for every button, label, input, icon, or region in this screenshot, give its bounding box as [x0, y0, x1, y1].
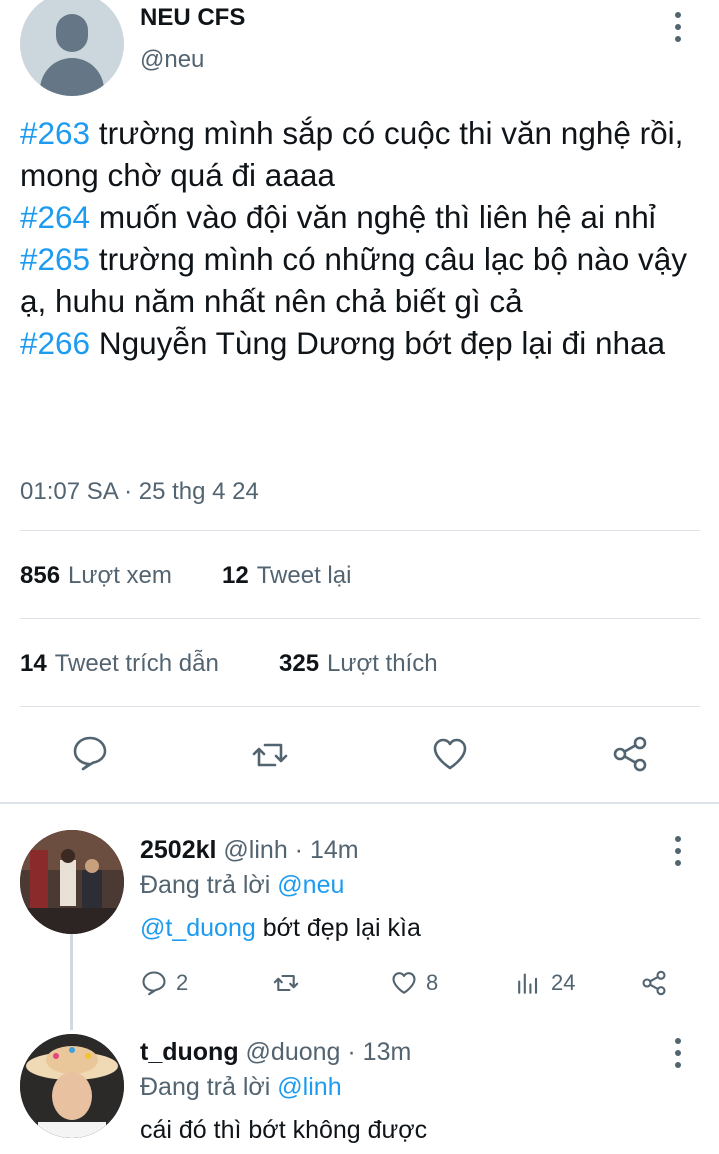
reply-more-options-icon[interactable]: [670, 836, 686, 866]
reply-text: @t_duong bớt đẹp lại kìa: [140, 914, 421, 943]
retweets-count: 12: [222, 562, 249, 589]
retweet-icon: [252, 743, 288, 767]
tweet-line-text: Nguyễn Tùng Dương bớt đẹp lại đi nhaa: [90, 325, 666, 361]
hashtag-link[interactable]: #263: [20, 115, 90, 151]
reply-author-handle[interactable]: @linh: [223, 836, 287, 864]
reply-more-options-icon[interactable]: [670, 1038, 686, 1068]
default-avatar-body: [40, 58, 104, 96]
reply-button[interactable]: [70, 733, 110, 773]
tweet-line: #264 muốn vào đội văn nghệ thì liên hệ a…: [20, 196, 710, 238]
tweet-text: #263 trường mình sắp có cuộc thi văn ngh…: [20, 112, 710, 364]
reply-text: cái đó thì bớt không được: [140, 1116, 428, 1144]
tweet-line: #263 trường mình sắp có cuộc thi văn ngh…: [20, 112, 710, 196]
replying-to: Đang trả lời @neu: [140, 871, 344, 900]
replying-to-link[interactable]: @linh: [277, 1073, 341, 1101]
reply-avatar-duong[interactable]: [20, 1034, 124, 1138]
reply-header: t_duong @duong · 13m: [140, 1038, 411, 1067]
reply-author-name[interactable]: 2502kl: [140, 836, 216, 864]
reply-views-button[interactable]: 24: [515, 969, 575, 997]
reply-author-name[interactable]: t_duong: [140, 1038, 239, 1066]
share-button[interactable]: [610, 734, 650, 774]
default-avatar-head: [56, 14, 88, 52]
author-display-name[interactable]: NEU CFS: [140, 4, 245, 32]
like-count: 8: [426, 970, 439, 995]
divider: [20, 706, 700, 707]
views-bar-chart-icon: [518, 973, 538, 994]
reply-time: · 14m: [294, 836, 359, 864]
retweet-icon: [273, 974, 299, 992]
views-stat[interactable]: 856 Lượt xem: [20, 562, 172, 590]
replying-to-link[interactable]: @neu: [277, 871, 344, 899]
author-avatar[interactable]: [20, 0, 124, 96]
divider: [20, 618, 700, 619]
reply-icon: [142, 971, 166, 996]
share-icon: [613, 736, 647, 772]
tweet-line-text: trường mình có những câu lạc bộ nào vậy …: [20, 241, 687, 319]
tweet-line: #265 trường mình có những câu lạc bộ nào…: [20, 238, 710, 322]
tweet-line: #266 Nguyễn Tùng Dương bớt đẹp lại đi nh…: [20, 322, 710, 364]
views-count: 856: [20, 562, 61, 589]
replying-label: Đang trả lời: [140, 1073, 271, 1101]
reply-like-button[interactable]: 8: [390, 969, 438, 997]
reply-count: 2: [176, 970, 189, 995]
reply-share-button[interactable]: [640, 969, 668, 997]
share-icon: [642, 970, 666, 996]
mention-link[interactable]: @t_duong: [140, 914, 256, 942]
likes-count: 325: [279, 650, 320, 677]
like-button[interactable]: [430, 734, 470, 774]
heart-icon: [433, 738, 467, 770]
tweet-line-text: muốn vào đội văn nghệ thì liên hệ ai nhỉ: [90, 199, 656, 235]
photo-avatar-image: [20, 830, 124, 934]
replying-to: Đang trả lời @linh: [140, 1073, 342, 1102]
views-label: Lượt xem: [68, 562, 172, 589]
hashtag-link[interactable]: #266: [20, 325, 90, 361]
replying-label: Đang trả lời: [140, 871, 271, 899]
thread-line: [70, 934, 73, 1030]
tweet-timestamp[interactable]: 01:07 SA · 25 thg 4 24: [20, 478, 259, 506]
photo-avatar-image: [20, 1034, 124, 1138]
reply-avatar-linh[interactable]: [20, 830, 124, 934]
view-count: 24: [551, 970, 576, 995]
reply-text-body: bớt đẹp lại kìa: [255, 914, 421, 942]
more-options-icon[interactable]: [670, 12, 686, 42]
retweets-label: Tweet lại: [256, 562, 352, 589]
reply-header: 2502kl @linh · 14m: [140, 836, 359, 865]
quotes-count: 14: [20, 650, 47, 677]
likes-label: Lượt thích: [327, 650, 438, 677]
reply-retweet-button[interactable]: [272, 969, 300, 997]
reply-icon: [73, 736, 107, 771]
divider: [20, 530, 700, 531]
reply-reply-button[interactable]: 2: [140, 969, 188, 997]
author-handle[interactable]: @neu: [140, 46, 204, 74]
heart-icon: [392, 972, 416, 994]
quotes-stat[interactable]: 14 Tweet trích dẫn: [20, 650, 219, 678]
retweets-stat[interactable]: 12 Tweet lại: [222, 562, 351, 590]
reply-time: · 13m: [347, 1038, 412, 1066]
hashtag-link[interactable]: #265: [20, 241, 90, 277]
section-divider: [0, 802, 719, 804]
likes-stat[interactable]: 325 Lượt thích: [279, 650, 438, 678]
retweet-button[interactable]: [250, 735, 290, 775]
quotes-label: Tweet trích dẫn: [54, 650, 219, 677]
hashtag-link[interactable]: #264: [20, 199, 90, 235]
reply-author-handle[interactable]: @duong: [246, 1038, 341, 1066]
tweet-line-text: trường mình sắp có cuộc thi văn nghệ rồi…: [20, 115, 684, 193]
